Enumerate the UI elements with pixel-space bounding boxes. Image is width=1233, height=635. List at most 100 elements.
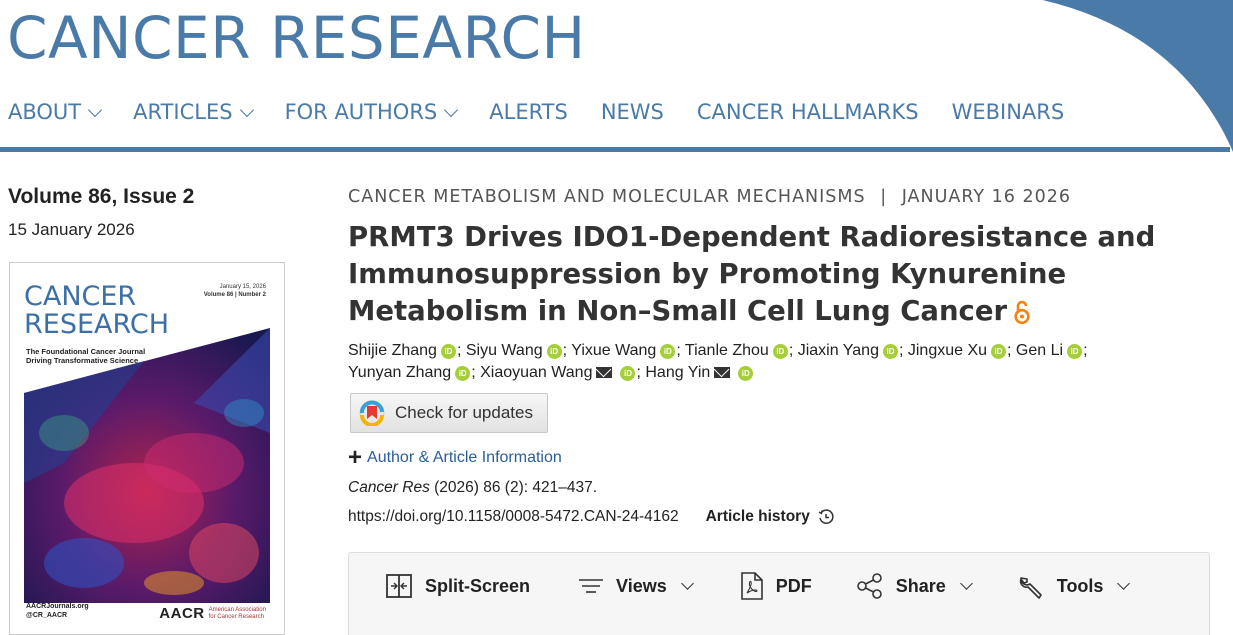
article-category[interactable]: CANCER METABOLISM AND MOLECULAR MECHANIS…: [348, 187, 866, 207]
tools-dropdown[interactable]: Tools: [1017, 572, 1131, 600]
check-for-updates-label: Check for updates: [395, 403, 533, 422]
orcid-icon[interactable]: iD: [455, 366, 471, 381]
pdf-button[interactable]: PDF: [740, 571, 812, 601]
cover-title-line2: RESEARCH: [24, 309, 170, 340]
citation-journal: Cancer Res: [348, 479, 430, 496]
nav-label: WEBINARS: [951, 100, 1065, 124]
cover-date-line: January 15, 2026: [219, 284, 266, 290]
author[interactable]: Jingxue Xu: [908, 342, 987, 359]
site-title[interactable]: CANCER RESEARCH: [7, 4, 586, 72]
cover-title-line1: CANCER: [24, 281, 137, 312]
chevron-down-icon: [959, 577, 973, 590]
cover-title: CANCER RESEARCH: [24, 283, 169, 339]
doi-link[interactable]: https://doi.org/10.1158/0008-5472.CAN-24…: [348, 508, 679, 526]
nav-label: ARTICLES: [133, 100, 233, 124]
issue-volume[interactable]: Volume 86, Issue 2: [8, 185, 194, 209]
author-separator: ;: [788, 342, 798, 359]
site-header: CANCER RESEARCH ABOUT ARTICLES FOR AUTHO…: [0, 0, 1233, 154]
article-category-line: CANCER METABOLISM AND MOLECULAR MECHANIS…: [348, 187, 1071, 207]
header-divider: [0, 147, 1230, 152]
author-separator: ;: [456, 342, 466, 359]
nav-label: NEWS: [600, 100, 664, 124]
orcid-icon[interactable]: iD: [660, 344, 676, 359]
author-separator: ;: [1007, 342, 1016, 359]
author-separator: ;: [1083, 342, 1088, 359]
nav-item-alerts[interactable]: ALERTS: [489, 100, 568, 124]
cover-subtitle: The Foundational Cancer Journal Driving …: [26, 347, 145, 365]
check-for-updates-button[interactable]: Check for updates: [350, 393, 548, 433]
author-separator: ;: [676, 342, 685, 359]
orcid-icon[interactable]: iD: [1067, 344, 1083, 359]
aacr-logo-sub1: American Association: [208, 606, 266, 613]
author[interactable]: Tianle Zhou: [685, 342, 769, 359]
email-icon[interactable]: [596, 367, 613, 378]
orcid-icon[interactable]: iD: [546, 344, 562, 359]
cover-date: January 15, 2026 Volume 86 | Number 2: [204, 283, 266, 299]
chevron-down-icon: [88, 102, 103, 118]
author[interactable]: Siyu Wang: [466, 342, 543, 359]
article-title-text: PRMT3 Drives IDO1-Dependent Radioresista…: [348, 221, 1156, 327]
author[interactable]: Yixue Wang: [571, 342, 656, 359]
open-access-icon: [1014, 300, 1030, 325]
author[interactable]: Xiaoyuan Wang: [480, 364, 592, 381]
author[interactable]: Gen Li: [1016, 342, 1063, 359]
orcid-icon[interactable]: iD: [440, 344, 456, 359]
article-history-link[interactable]: Article history: [706, 508, 810, 526]
nav-item-news[interactable]: NEWS: [601, 100, 664, 124]
aacr-logo: AACR American Association for Cancer Res…: [159, 605, 266, 622]
author-article-information-link[interactable]: Author & Article Information: [367, 449, 562, 467]
category-separator: |: [880, 187, 888, 207]
views-lines-icon: [579, 579, 604, 593]
cover-footer-handle: @CR_AACR: [26, 612, 68, 619]
author[interactable]: Yunyan Zhang: [348, 364, 451, 381]
pdf-label: PDF: [775, 575, 812, 596]
orcid-icon[interactable]: iD: [991, 344, 1007, 359]
nav-item-for-authors[interactable]: FOR AUTHORS: [284, 100, 459, 124]
aacr-logo-subtitle: American Association for Cancer Research: [209, 607, 266, 621]
chevron-down-icon: [444, 102, 459, 118]
views-label: Views: [616, 575, 667, 596]
history-clock-icon[interactable]: [818, 509, 834, 525]
aacr-logo-text: AACR: [159, 605, 205, 622]
author-article-information-toggle[interactable]: + Author & Article Information: [348, 444, 562, 471]
orcid-icon[interactable]: iD: [620, 366, 636, 381]
aacr-logo-sub2: for Cancer Research: [208, 613, 264, 620]
author-separator: ;: [471, 364, 481, 381]
main-nav: ABOUT ARTICLES FOR AUTHORS ALERTS NEWS C…: [8, 100, 1097, 124]
cover-footer: AACRJournals.org @CR_AACR: [26, 602, 89, 620]
article-toolbar: Split-Screen Views PDF Share Tools: [348, 552, 1210, 635]
nav-label: ALERTS: [489, 100, 568, 124]
wrench-icon: [1019, 577, 1042, 599]
cover-footer-url: AACRJournals.org: [26, 603, 89, 610]
issue-date: 15 January 2026: [8, 220, 135, 239]
nav-item-webinars[interactable]: WEBINARS: [952, 100, 1065, 124]
crossmark-icon: [359, 400, 385, 426]
tools-label: Tools: [1056, 575, 1104, 596]
nav-item-cancer-hallmarks[interactable]: CANCER HALLMARKS: [697, 100, 919, 124]
issue-cover[interactable]: January 15, 2026 Volume 86 | Number 2 CA…: [9, 262, 285, 635]
orcid-icon[interactable]: iD: [738, 366, 754, 381]
email-icon[interactable]: [714, 367, 731, 378]
author[interactable]: Jiaxin Yang: [798, 342, 879, 359]
citation-details: (2026) 86 (2): 421–437.: [429, 479, 598, 496]
nav-label: CANCER HALLMARKS: [696, 100, 919, 124]
author-list: Shijie Zhang iD; Siyu Wang iD; Yixue Wang i…: [348, 340, 1208, 384]
share-dropdown[interactable]: Share: [856, 573, 973, 599]
orcid-icon[interactable]: iD: [882, 344, 898, 359]
share-label: Share: [895, 575, 946, 596]
plus-icon: +: [348, 444, 363, 471]
split-screen-button[interactable]: Split-Screen: [385, 573, 530, 599]
chevron-down-icon: [239, 102, 254, 118]
orcid-icon[interactable]: iD: [772, 344, 788, 359]
author[interactable]: Shijie Zhang: [348, 342, 437, 359]
author-separator: ;: [562, 342, 572, 359]
toolbar-items: Split-Screen Views PDF Share Tools: [385, 571, 1131, 601]
cover-subtitle-line2: Driving Transformative Science: [26, 356, 139, 365]
nav-item-about[interactable]: ABOUT: [8, 100, 103, 124]
nav-item-articles[interactable]: ARTICLES: [133, 100, 254, 124]
nav-label: FOR AUTHORS: [284, 100, 438, 124]
views-dropdown[interactable]: Views: [578, 575, 694, 597]
nav-label: ABOUT: [8, 100, 82, 124]
author[interactable]: Hang Yin: [645, 364, 710, 381]
share-icon: [856, 573, 882, 599]
